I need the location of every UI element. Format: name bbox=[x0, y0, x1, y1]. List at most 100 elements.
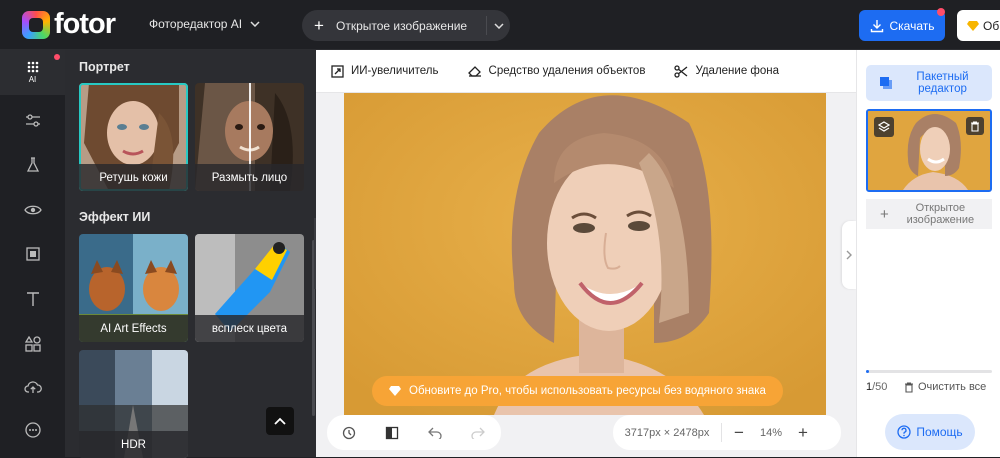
tile-label: всплеск цвета bbox=[195, 315, 304, 342]
sidebar-item-elements[interactable] bbox=[0, 329, 65, 359]
batch-editor-label-line2: редактор bbox=[918, 83, 967, 95]
image-thumbnail[interactable] bbox=[866, 109, 992, 192]
help-icon bbox=[897, 425, 911, 439]
download-button[interactable]: Скачать bbox=[859, 10, 945, 41]
section-title-portrait: Портрет bbox=[79, 60, 130, 74]
zoom-level: 14% bbox=[759, 426, 783, 439]
scroll-to-top-button[interactable] bbox=[266, 407, 294, 435]
clear-all-button[interactable]: Очистить все bbox=[904, 381, 986, 393]
shapes-icon bbox=[24, 336, 41, 352]
batch-icon bbox=[880, 77, 892, 89]
tile-label: AI Art Effects bbox=[79, 315, 188, 342]
batch-editor-label-line1: Пакетный bbox=[916, 71, 969, 83]
ai-notification-dot bbox=[54, 54, 60, 60]
open-image-add-line2: изображение bbox=[906, 214, 975, 226]
left-sidebar: AI bbox=[0, 50, 65, 457]
sliders-icon bbox=[25, 114, 40, 127]
sidebar-item-frame[interactable] bbox=[0, 239, 65, 269]
frame-icon bbox=[25, 247, 40, 261]
cloud-upload-icon bbox=[23, 381, 42, 393]
expand-right-panel-button[interactable] bbox=[842, 221, 856, 289]
tile-skin-retouch[interactable]: Ретушь кожи bbox=[79, 83, 188, 191]
sidebar-item-beauty[interactable] bbox=[0, 150, 65, 180]
sidebar-item-more[interactable] bbox=[0, 415, 65, 445]
plus-icon: + bbox=[880, 205, 889, 223]
upgrade-banner-text: Обновите до Pro, чтобы использовать ресу… bbox=[409, 385, 766, 397]
tool-upscaler-label: ИИ-увеличитель bbox=[351, 65, 439, 77]
zoom-in-button[interactable]: + bbox=[786, 423, 820, 443]
help-button[interactable]: Помощь bbox=[885, 414, 975, 450]
fotor-logo-icon[interactable] bbox=[22, 11, 50, 39]
open-image-label: Открытое изображение bbox=[336, 18, 468, 33]
upgrade-pro-banner[interactable]: Обновите до Pro, чтобы использовать ресу… bbox=[372, 376, 783, 406]
download-icon bbox=[870, 19, 883, 32]
tile-blur-face[interactable]: Размыть лицо bbox=[195, 83, 304, 191]
brand-name[interactable]: fotor bbox=[54, 8, 116, 40]
upscale-icon bbox=[331, 64, 344, 78]
editor-select[interactable]: Фоторедактор AI bbox=[149, 17, 260, 31]
top-bar: fotor Фоторедактор AI + Открытое изображ… bbox=[0, 0, 1000, 50]
history-icon bbox=[342, 426, 355, 439]
eraser-icon bbox=[467, 66, 481, 77]
sidebar-item-eye[interactable] bbox=[0, 195, 65, 225]
pro-button[interactable]: Об bbox=[957, 10, 1000, 41]
flask-icon bbox=[26, 157, 39, 172]
grid-dots-icon bbox=[27, 61, 38, 73]
download-label: Скачать bbox=[889, 18, 935, 33]
batch-editor-button[interactable]: Пакетный редактор bbox=[866, 65, 992, 101]
zoom-out-button[interactable]: − bbox=[722, 423, 756, 443]
sidebar-item-text[interactable] bbox=[0, 284, 65, 314]
trash-icon bbox=[905, 381, 913, 393]
chevron-down-icon bbox=[250, 21, 260, 27]
redo-button[interactable] bbox=[456, 427, 499, 439]
sidebar-item-adjust[interactable] bbox=[0, 106, 65, 136]
diamond-icon bbox=[389, 386, 402, 396]
image-count-total: /50 bbox=[872, 381, 888, 393]
tool-object-remover[interactable]: Средство удаления объектов bbox=[467, 65, 645, 77]
open-image-button[interactable]: + Открытое изображение bbox=[302, 10, 510, 41]
tile-color-splash[interactable]: всплеск цвета bbox=[195, 234, 304, 342]
clear-all-label: Очистить все bbox=[918, 381, 987, 393]
more-circle-icon bbox=[24, 422, 41, 438]
pro-label: Об bbox=[983, 18, 1000, 33]
undo-button[interactable] bbox=[413, 427, 456, 439]
help-label: Помощь bbox=[916, 425, 963, 439]
canvas-photo[interactable] bbox=[344, 93, 826, 415]
text-icon bbox=[26, 292, 39, 306]
layers-button[interactable] bbox=[874, 117, 894, 137]
sidebar-item-upload[interactable] bbox=[0, 372, 65, 402]
tool-background-remover-label: Удаление фона bbox=[695, 65, 780, 77]
portrait-photo bbox=[344, 93, 826, 415]
tools-panel: Портрет Ретушь кожи Размыть лицо Эффект … bbox=[65, 50, 316, 458]
quick-tools-bar: ИИ-увеличитель Средство удаления объекто… bbox=[316, 50, 856, 93]
plus-icon: + bbox=[314, 15, 324, 35]
logo-inner bbox=[29, 18, 43, 32]
right-panel: Пакетный редактор + Открытое изображение 1… bbox=[856, 50, 1000, 457]
delete-thumbnail-button[interactable] bbox=[966, 117, 984, 135]
chevron-up-icon bbox=[274, 417, 286, 425]
open-image-add-line1: Открытое bbox=[915, 202, 966, 214]
tool-background-remover[interactable]: Удаление фона bbox=[674, 64, 780, 78]
tile-label: HDR bbox=[79, 431, 188, 458]
tile-label: Ретушь кожи bbox=[79, 164, 188, 191]
undo-icon bbox=[427, 427, 442, 439]
sidebar-item-ai-label: AI bbox=[28, 75, 37, 84]
tool-upscaler[interactable]: ИИ-увеличитель bbox=[331, 64, 439, 78]
history-toolbar bbox=[327, 415, 501, 450]
image-count-progress bbox=[866, 370, 992, 373]
chevron-right-icon bbox=[846, 250, 852, 260]
image-dimensions: 3717px × 2478px bbox=[624, 426, 710, 439]
open-image-dropdown[interactable] bbox=[489, 10, 509, 41]
tile-hdr[interactable]: HDR bbox=[79, 350, 188, 458]
tile-ai-art-effects[interactable]: AI Art Effects bbox=[79, 234, 188, 342]
divider bbox=[486, 16, 487, 35]
history-button[interactable] bbox=[327, 426, 370, 440]
notification-dot bbox=[937, 8, 945, 16]
progress-fill bbox=[866, 370, 869, 373]
chevron-down-icon bbox=[494, 22, 504, 29]
compare-button[interactable] bbox=[370, 426, 413, 440]
compare-icon bbox=[385, 426, 398, 439]
eye-icon bbox=[23, 205, 42, 215]
open-image-add-button[interactable]: + Открытое изображение bbox=[866, 199, 992, 229]
zoom-toolbar: 3717px × 2478px − 14% + bbox=[613, 415, 841, 450]
